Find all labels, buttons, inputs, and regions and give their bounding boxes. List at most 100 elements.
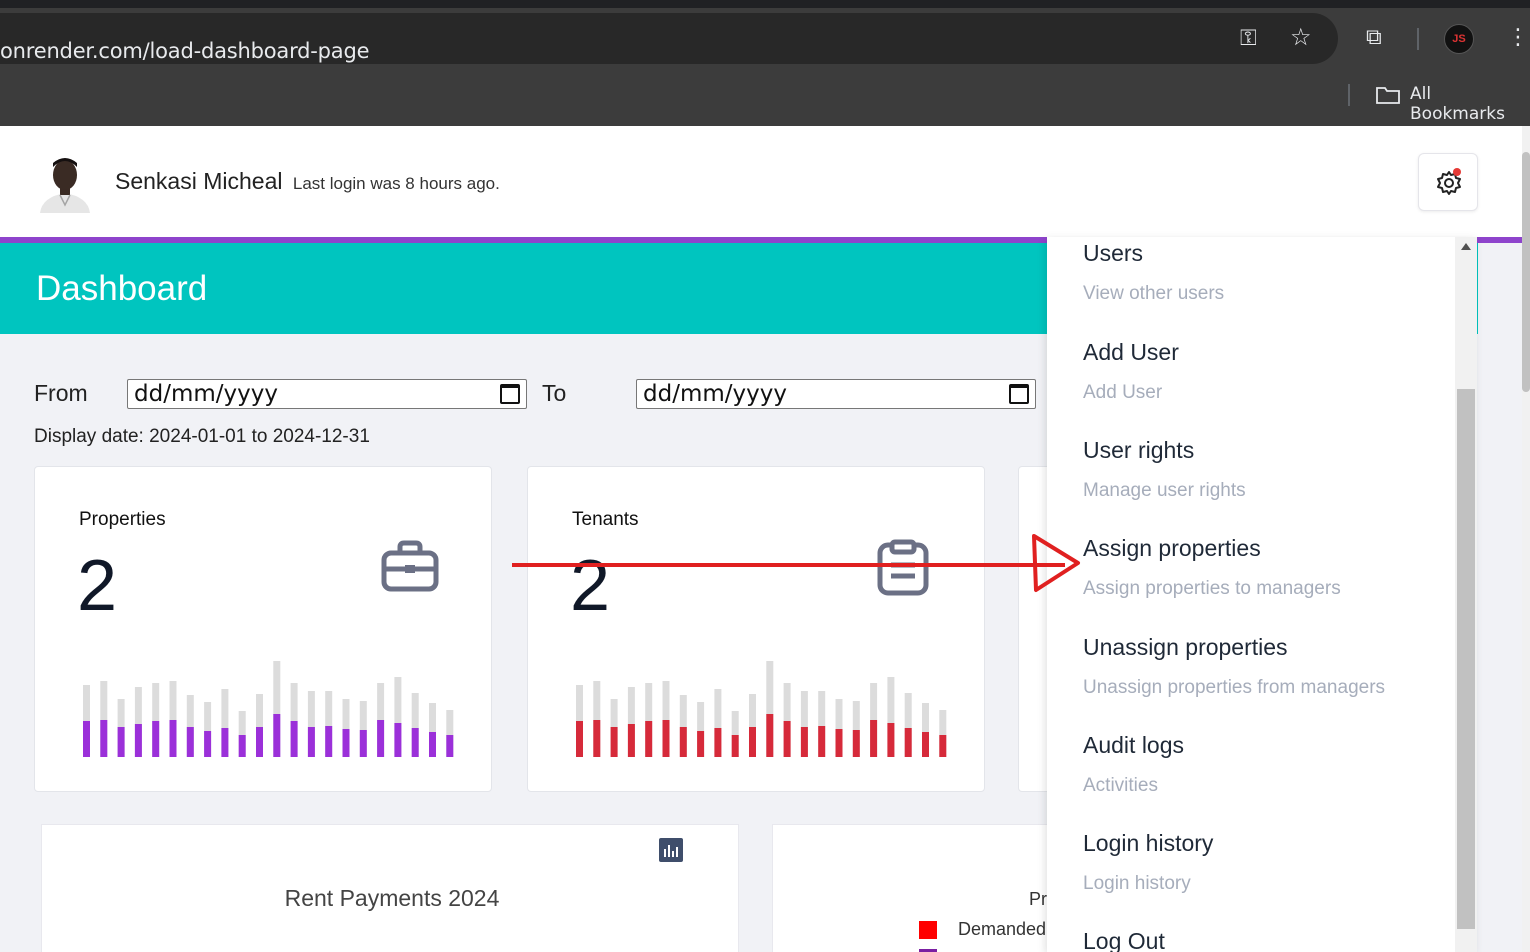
sparkline-bar (818, 726, 826, 757)
sparkline-bar (152, 721, 160, 757)
sparkline-bar (221, 728, 229, 757)
calendar-icon[interactable] (500, 384, 520, 404)
password-key-icon[interactable]: ⚿ (1240, 27, 1257, 49)
sparkline-bar (256, 727, 263, 757)
properties-card[interactable]: Properties 2 (34, 466, 492, 792)
sparkline-bar (204, 731, 212, 757)
sparkline-bar (307, 727, 315, 757)
settings-dropdown-menu[interactable]: Users View other users Add User Add User… (1047, 237, 1477, 952)
sparkline-bar (610, 727, 618, 757)
page-scroll-thumb[interactable] (1522, 152, 1530, 392)
sparkline-bar (679, 727, 687, 757)
sparkline-bar (100, 720, 108, 757)
menu-item-audit-logs[interactable]: Audit logs Activities (1083, 732, 1184, 797)
menu-item-users[interactable]: Users View other users (1083, 240, 1224, 305)
sparkline-bar (359, 730, 367, 757)
to-date-input[interactable]: dd/mm/yyyy (636, 379, 1036, 409)
sparkline-bar (800, 727, 808, 757)
from-label: From (34, 380, 88, 406)
display-date-range: Display date: 2024-01-01 to 2024-12-31 (34, 426, 370, 447)
sparkline-bar (870, 720, 878, 757)
tab-strip (0, 0, 1530, 8)
rent-payments-chart-card: Rent Payments 2024 (41, 824, 739, 952)
sparkline-bar (342, 729, 350, 757)
sparkline-bar (117, 727, 125, 757)
from-date-value: dd/mm/yyyy (134, 381, 278, 407)
user-greeting: Senkasi Micheal Last login was 8 hours a… (115, 168, 500, 195)
sparkline-bar (429, 732, 436, 757)
browser-chrome: onrender.com/load-dashboard-page ⚿ ☆ ⧉ J… (0, 0, 1530, 126)
sparkline-bar (922, 732, 929, 757)
scroll-up-arrow-icon[interactable] (1461, 243, 1471, 250)
bookmark-star-icon[interactable]: ☆ (1290, 26, 1312, 50)
briefcase-icon (381, 540, 439, 592)
sparkline-bar (394, 723, 402, 757)
sparkline-bar (446, 735, 454, 757)
user-name: Senkasi Micheal (115, 168, 283, 194)
sparkline-bar (169, 720, 177, 757)
toolbar-divider (1417, 28, 1419, 50)
last-login-text: Last login was 8 hours ago. (292, 174, 500, 193)
extensions-icon[interactable]: ⧉ (1366, 26, 1382, 48)
notification-dot (1453, 168, 1461, 176)
settings-button[interactable] (1418, 153, 1478, 211)
all-bookmarks-link[interactable]: All Bookmarks (1410, 84, 1530, 124)
sparkline-bar (134, 724, 142, 757)
sparkline-bar (835, 729, 843, 757)
chart-title: Rent Payments 2024 (284, 885, 500, 911)
menu-scroll-thumb[interactable] (1457, 389, 1475, 929)
sparkline-bar (576, 721, 583, 757)
url-text[interactable]: onrender.com/load-dashboard-page (0, 39, 369, 63)
menu-item-unassign-properties[interactable]: Unassign properties Unassign properties … (1083, 634, 1385, 699)
menu-item-login-history[interactable]: Login history Login history (1083, 830, 1213, 895)
kebab-menu-icon[interactable]: ⋮ (1507, 26, 1529, 48)
clipboard-icon (877, 539, 929, 596)
sparkline-bar (714, 728, 722, 757)
menu-item-user-rights[interactable]: User rights Manage user rights (1083, 437, 1246, 502)
chart-title-fragment: Pr (1029, 889, 1047, 909)
legend-demanded: Demanded (958, 919, 1047, 939)
menu-item-add-user[interactable]: Add User Add User (1083, 339, 1179, 404)
sparkline-bar (749, 727, 756, 757)
address-bar[interactable]: onrender.com/load-dashboard-page ⚿ ☆ (0, 13, 1338, 64)
sparkline-bar (939, 735, 947, 757)
dashboard-page: Senkasi Micheal Last login was 8 hours a… (0, 126, 1522, 952)
from-date-input[interactable]: dd/mm/yyyy (127, 379, 527, 409)
menu-item-log-out[interactable]: Log Out (1083, 928, 1165, 952)
profile-avatar[interactable]: JS (1444, 24, 1474, 54)
sparkline-bar (238, 735, 246, 757)
card-value: 2 (570, 546, 611, 626)
sparkline-bar (852, 730, 860, 757)
second-chart-card: Pr Demanded (772, 824, 1072, 952)
sparkline-bar (887, 723, 895, 757)
card-title: Properties (79, 509, 166, 530)
menu-scrollbar[interactable] (1455, 237, 1477, 952)
menu-item-assign-properties[interactable]: Assign properties Assign properties to m… (1083, 535, 1341, 600)
sparkline-bar (783, 721, 791, 757)
sparkline-bar (411, 728, 419, 757)
sparkline-bar (697, 731, 705, 757)
sparkline-bar (273, 714, 281, 757)
sparkline-bar (83, 721, 90, 757)
chart-menu-icon[interactable] (659, 838, 683, 862)
top-bar: Senkasi Micheal Last login was 8 hours a… (0, 126, 1522, 237)
page-title: Dashboard (36, 269, 208, 308)
bookmark-divider (1348, 84, 1350, 106)
sparkline-bar (325, 726, 333, 757)
sparkline-bar (186, 727, 194, 757)
page-scrollbar[interactable] (1522, 126, 1530, 952)
sparkline-bar (731, 735, 739, 757)
card-value: 2 (77, 546, 118, 626)
sparkline-bar (377, 720, 385, 757)
to-date-value: dd/mm/yyyy (643, 381, 787, 407)
sparkline-bar (645, 721, 653, 757)
to-label: To (542, 380, 567, 406)
avatar (34, 153, 96, 213)
sparkline-bar (904, 728, 912, 757)
sparkline-bar (290, 721, 298, 757)
calendar-icon[interactable] (1009, 384, 1029, 404)
sparkline-bar (593, 720, 601, 757)
tenants-card[interactable]: Tenants 2 (527, 466, 985, 792)
sparkline-bar (766, 714, 774, 757)
sparkline-bar (662, 720, 670, 757)
